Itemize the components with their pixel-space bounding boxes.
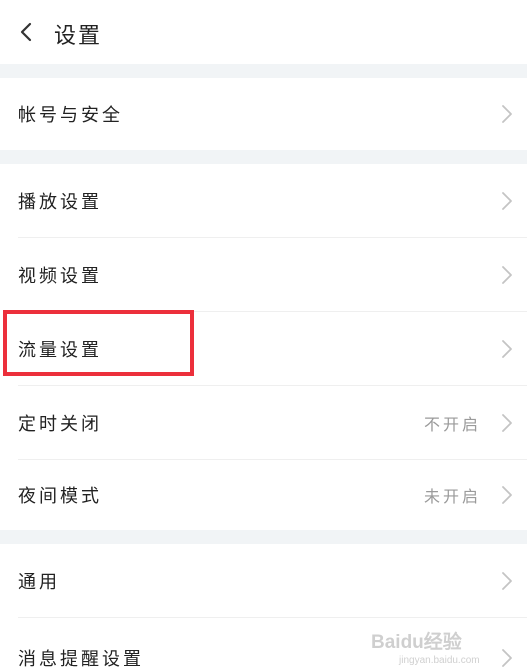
chevron-right-icon — [502, 572, 512, 590]
chevron-right-icon — [502, 414, 512, 432]
chevron-right-icon — [502, 486, 512, 504]
settings-item-label: 消息提醒设置 — [18, 649, 144, 670]
page-title: 设置 — [54, 24, 103, 49]
chevron-right-icon — [502, 266, 512, 284]
chevron-right-icon — [502, 192, 512, 210]
top-bar: 设置 — [0, 0, 527, 64]
section-gap — [0, 64, 527, 78]
section-gap — [0, 150, 527, 164]
settings-item-label: 帐号与安全 — [18, 105, 123, 126]
settings-item-account-security[interactable]: 帐号与安全 — [0, 78, 527, 150]
settings-item-label: 夜间模式 — [18, 486, 102, 507]
settings-item-label: 流量设置 — [18, 340, 102, 361]
chevron-right-icon — [502, 340, 512, 358]
section-gap — [0, 530, 527, 544]
settings-item-label: 通用 — [18, 572, 60, 593]
settings-item-night-mode[interactable]: 夜间模式 未开启 — [0, 460, 527, 530]
svg-text:jingyan.baidu.com: jingyan.baidu.com — [398, 655, 480, 666]
settings-item-playback[interactable]: 播放设置 — [0, 164, 527, 238]
settings-item-data-usage[interactable]: 流量设置 — [0, 312, 527, 386]
settings-item-general[interactable]: 通用 — [0, 544, 527, 618]
settings-item-video[interactable]: 视频设置 — [0, 238, 527, 312]
settings-item-label: 播放设置 — [18, 192, 102, 213]
back-button[interactable] — [8, 14, 44, 50]
settings-item-value: 不开启 — [423, 415, 481, 434]
settings-item-sleep-timer[interactable]: 定时关闭 不开启 — [0, 386, 527, 460]
chevron-left-icon — [20, 22, 32, 42]
settings-item-label: 视频设置 — [18, 266, 102, 287]
settings-item-value: 未开启 — [423, 487, 481, 506]
settings-item-label: 定时关闭 — [18, 414, 102, 435]
svg-text:Baidu经验: Baidu经验 — [371, 630, 463, 653]
baidu-jingyan-watermark: Baidu经验 jingyan.baidu.com — [371, 630, 480, 666]
chevron-right-icon — [502, 105, 512, 123]
